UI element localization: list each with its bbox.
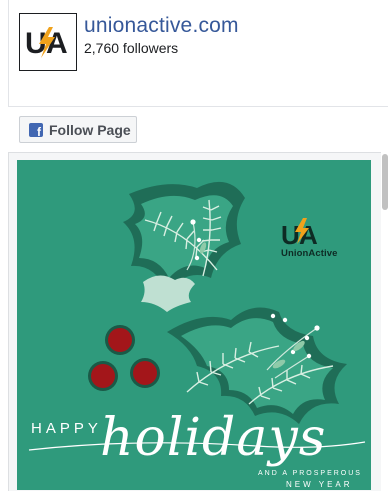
follow-page-button[interactable]: f Follow Page [19, 116, 137, 143]
follower-count: 2,760 followers [84, 40, 179, 56]
greeting-holidays: holidays [100, 408, 327, 468]
unionactive-brand-logo-icon: U A [281, 218, 318, 250]
facebook-icon: f [29, 122, 43, 138]
brand-name: UnionActive [281, 248, 338, 259]
svg-text:U: U [281, 220, 300, 250]
follow-page-label: Follow Page [49, 121, 131, 138]
greeting-subline: AND A PROSPEROUS [258, 470, 362, 477]
greeting-new-year: NEW YEAR [286, 480, 353, 489]
greeting-happy: HAPPY [31, 420, 102, 437]
unionactive-logo-icon: U A [25, 27, 68, 59]
scrollbar[interactable] [382, 154, 388, 210]
page-avatar[interactable]: U A [19, 13, 77, 71]
page-name-link[interactable]: unionactive.com [84, 14, 239, 38]
